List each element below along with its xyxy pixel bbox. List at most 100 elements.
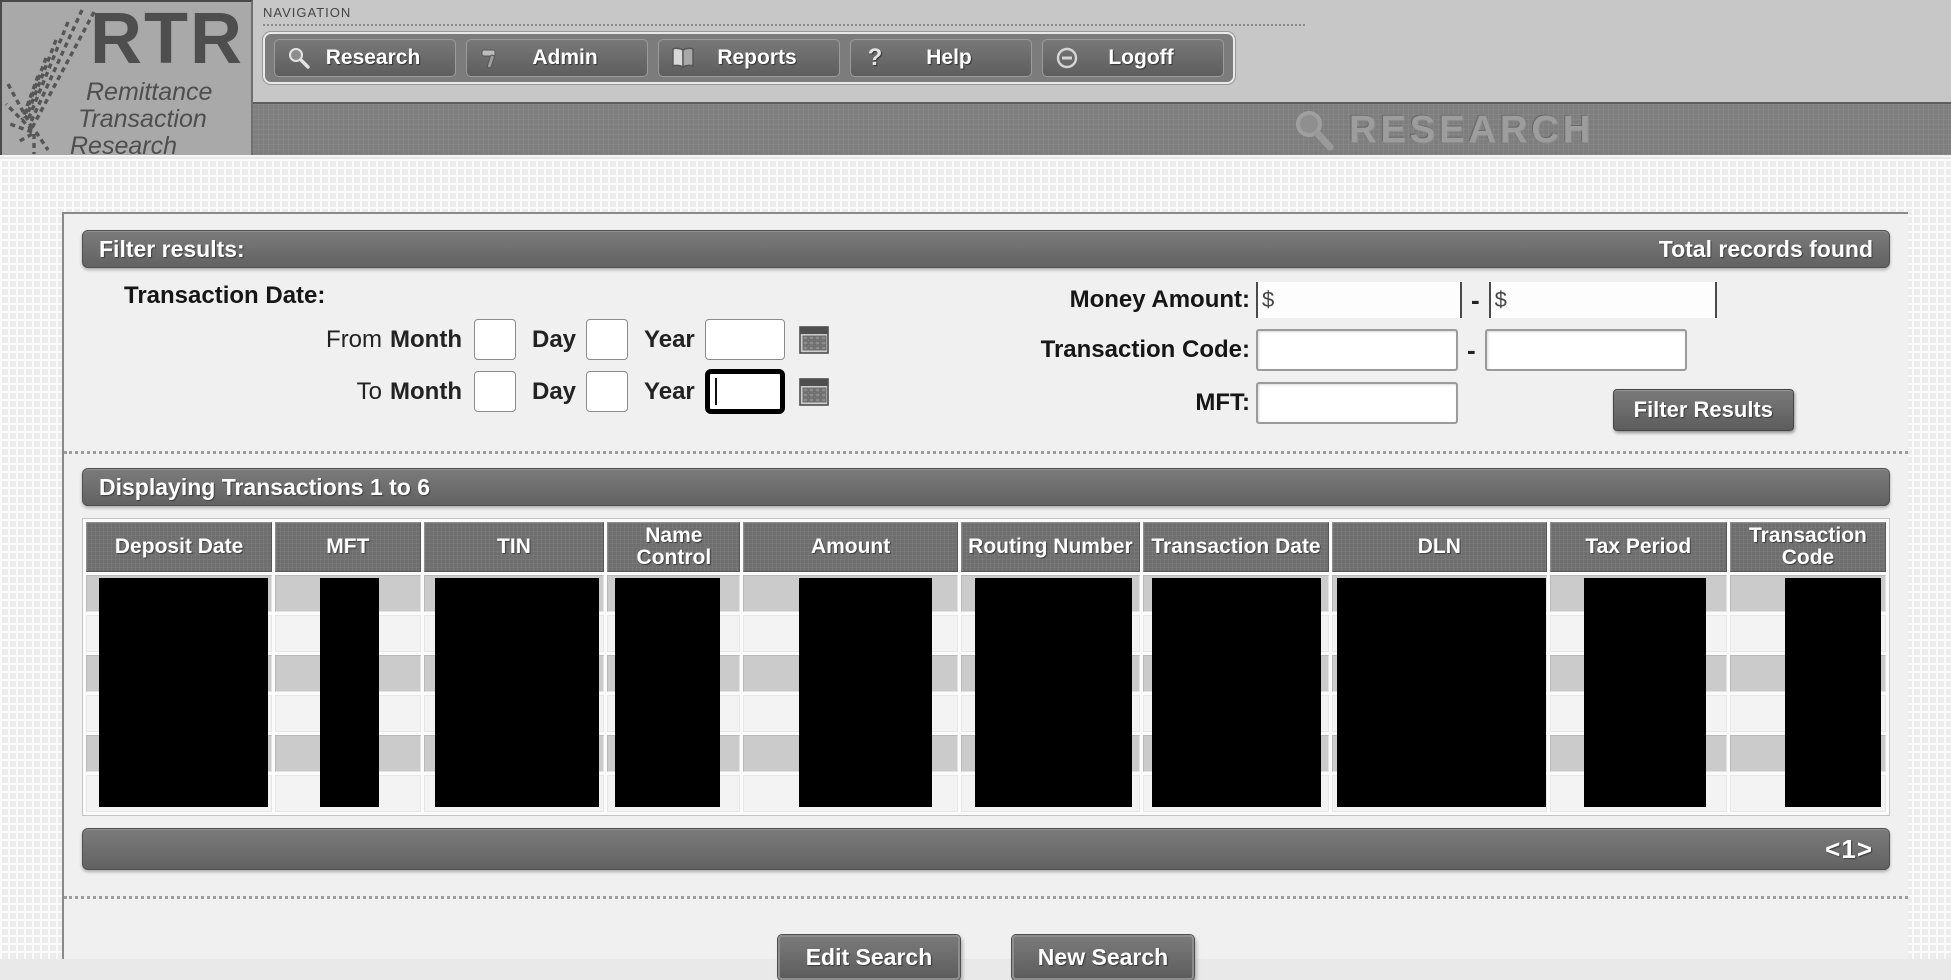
redacted-cell — [607, 575, 740, 612]
day-label: Day — [532, 378, 576, 406]
redacted-cell — [275, 615, 420, 652]
redacted-cell — [1332, 615, 1547, 652]
new-search-button[interactable]: New Search — [1012, 935, 1194, 980]
nav-button-research[interactable]: Research — [274, 39, 456, 77]
results-table: Deposit Date MFT TIN Name Control Amount… — [82, 518, 1890, 816]
column-header-amount: Amount — [743, 522, 958, 572]
redacted-cell — [1550, 615, 1727, 652]
redacted-cell — [1730, 615, 1886, 652]
logo-line-3: Research — [70, 132, 177, 161]
redacted-cell — [86, 735, 272, 772]
nav-button-reports[interactable]: Reports — [658, 39, 840, 77]
nav-button-admin[interactable]: Admin — [466, 39, 648, 77]
redacted-cell — [607, 615, 740, 652]
redacted-cell — [1143, 575, 1329, 612]
edit-search-button[interactable]: Edit Search — [778, 935, 960, 980]
redacted-cell — [607, 695, 740, 732]
redacted-cell — [961, 695, 1140, 732]
to-year-input-focused[interactable] — [705, 369, 785, 414]
column-header-dln: DLN — [1332, 522, 1547, 572]
calendar-icon[interactable] — [799, 376, 830, 407]
redacted-cell — [424, 775, 605, 812]
transaction-code-to-input[interactable] — [1485, 329, 1687, 371]
redacted-cell — [1730, 695, 1886, 732]
redacted-cell — [607, 735, 740, 772]
month-label: Month — [390, 326, 462, 353]
range-separator: - — [1467, 335, 1476, 366]
range-separator: - — [1471, 285, 1480, 316]
redacted-cell — [86, 575, 272, 612]
redacted-cell — [86, 655, 272, 692]
redacted-cell — [1143, 735, 1329, 772]
transaction-code-from-input[interactable] — [1256, 329, 1458, 371]
banner-title: RESEARCH — [1349, 109, 1594, 152]
redacted-cell — [275, 775, 420, 812]
date-from-row: FromMonth Day Year — [82, 319, 1032, 360]
column-header-routing-number: Routing Number — [961, 522, 1140, 572]
redacted-cell — [1332, 735, 1547, 772]
redacted-cell — [1550, 655, 1727, 692]
redacted-cell — [275, 695, 420, 732]
filter-results-button[interactable]: Filter Results — [1613, 389, 1794, 431]
redacted-cell — [1730, 735, 1886, 772]
app-header: RTR Remittance Transaction Research NAVI… — [0, 0, 1951, 157]
column-header-transaction-code: Transaction Code — [1730, 522, 1886, 572]
mft-input[interactable] — [1256, 382, 1458, 424]
redacted-cell — [961, 775, 1140, 812]
nav-button-logoff[interactable]: Logoff — [1042, 39, 1224, 77]
redacted-cell — [275, 655, 420, 692]
from-month-input[interactable] — [474, 319, 516, 360]
redacted-cell — [743, 695, 958, 732]
table-row — [86, 775, 1886, 812]
table-header-row: Deposit Date MFT TIN Name Control Amount… — [86, 522, 1886, 572]
money-amount-to-input[interactable] — [1489, 282, 1717, 318]
redacted-cell — [1730, 575, 1886, 612]
column-header-deposit-date: Deposit Date — [86, 522, 272, 572]
redacted-cell — [424, 575, 605, 612]
redacted-cell — [424, 735, 605, 772]
from-year-input[interactable] — [705, 319, 785, 360]
filter-results-title: Filter results: — [99, 236, 245, 263]
redacted-cell — [1730, 775, 1886, 812]
date-to-row: ToMonth Day Year — [82, 369, 1032, 414]
to-day-input[interactable] — [586, 371, 628, 412]
results-table-wrap: Deposit Date MFT TIN Name Control Amount… — [82, 518, 1890, 816]
nav-button-bar: Research Admin Reports — [263, 32, 1235, 84]
redacted-cell — [1332, 775, 1547, 812]
money-amount-from-input[interactable] — [1256, 282, 1462, 318]
pagination-bar: <1> — [82, 828, 1890, 870]
from-day-input[interactable] — [586, 319, 628, 360]
nav-button-help[interactable]: ? Help — [850, 39, 1032, 77]
to-label: To — [357, 378, 382, 405]
redacted-cell — [424, 615, 605, 652]
table-row — [86, 655, 1886, 692]
redacted-cell — [607, 775, 740, 812]
to-month-input[interactable] — [474, 371, 516, 412]
transaction-code-label: Transaction Code: — [1032, 336, 1250, 364]
redacted-cell — [1143, 655, 1329, 692]
redacted-cell — [424, 655, 605, 692]
redacted-cell — [1332, 695, 1547, 732]
redacted-cell — [961, 655, 1140, 692]
money-amount-row: Money Amount: - — [1032, 282, 1890, 318]
redacted-cell — [86, 775, 272, 812]
page-1-link[interactable]: <1> — [1825, 834, 1873, 865]
minus-circle-icon — [1053, 46, 1081, 70]
magnifier-icon — [1293, 109, 1335, 151]
redacted-cell — [607, 655, 740, 692]
section-separator — [64, 896, 1908, 899]
calendar-icon[interactable] — [799, 324, 830, 355]
logo-line-2: Transaction — [78, 105, 207, 134]
displaying-transactions-label: Displaying Transactions 1 to 6 — [99, 474, 430, 501]
redacted-cell — [961, 575, 1140, 612]
table-row — [86, 615, 1886, 652]
redacted-cell — [1143, 775, 1329, 812]
question-icon: ? — [861, 46, 889, 70]
column-header-name-control: Name Control — [607, 522, 740, 572]
redacted-cell — [743, 615, 958, 652]
transaction-date-label: Transaction Date: — [124, 282, 1032, 310]
logo-line-1: Remittance — [86, 78, 212, 107]
displaying-transactions-bar: Displaying Transactions 1 to 6 — [82, 468, 1890, 506]
section-separator — [64, 451, 1908, 454]
column-header-tin: TIN — [424, 522, 605, 572]
